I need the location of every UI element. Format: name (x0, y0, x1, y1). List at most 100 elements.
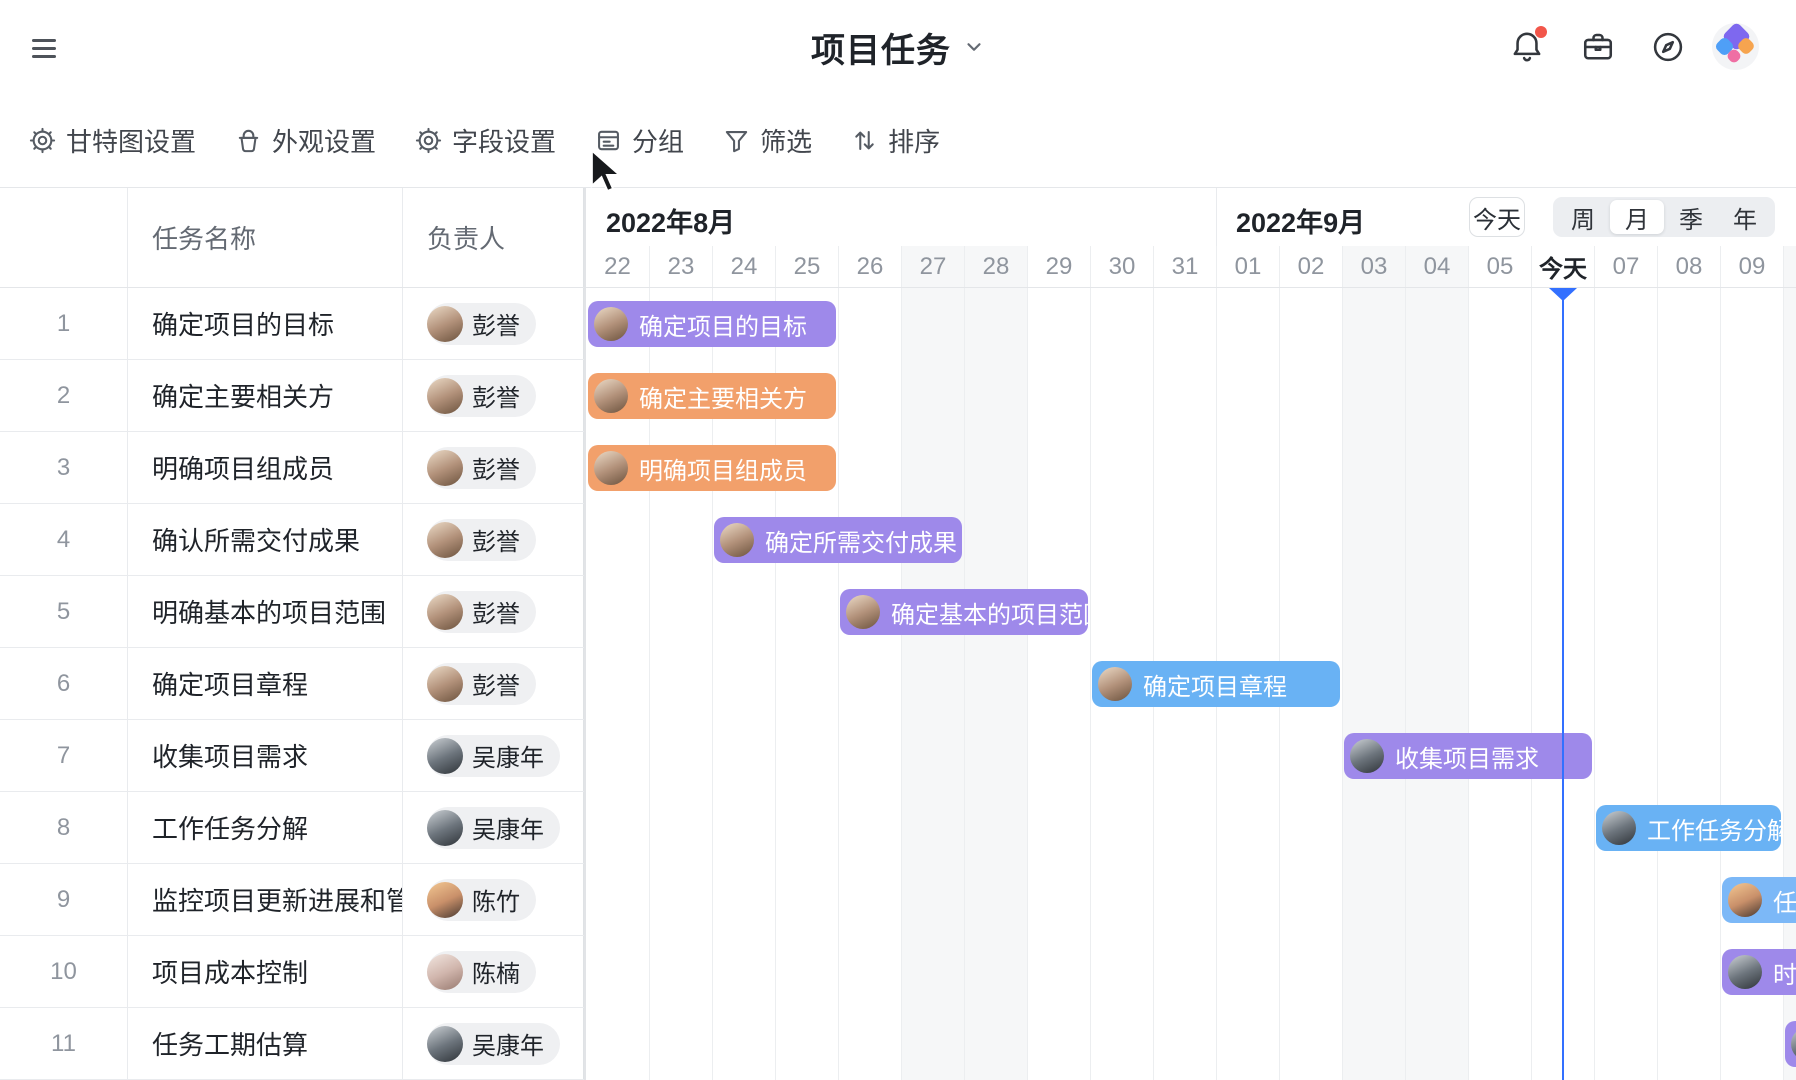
task-name-cell[interactable]: 确定项目的目标 (128, 288, 403, 359)
owner-name: 吴康年 (472, 1026, 544, 1061)
table-row: 1确定项目的目标彭誉 (0, 288, 584, 360)
owner-name: 彭誉 (472, 666, 520, 701)
owner-cell: 吴康年 (403, 792, 584, 863)
bar-avatar-吴康年 (1602, 811, 1636, 845)
owner-pill[interactable]: 吴康年 (427, 735, 560, 777)
day-cell: 07 (1594, 246, 1657, 287)
gantt-bar-row-4[interactable]: 确定所需交付成果 (714, 517, 962, 563)
app-root: 项目任务 甘特图设置外观设置字段设置分组筛选排序 任务名称 (0, 0, 1796, 1080)
owner-pill[interactable]: 彭誉 (427, 303, 536, 345)
toolbar-label: 排序 (888, 122, 940, 159)
day-cell: 02 (1279, 246, 1342, 287)
day-cell: 23 (649, 246, 712, 287)
day-cell: 25 (775, 246, 838, 287)
gantt-bar-row-9[interactable]: 任务 (1722, 877, 1796, 923)
gantt-bar-row-10[interactable]: 时间 (1722, 949, 1796, 995)
gantt-month-header: 今天 周月季年 2022年8月2022年9月 (586, 188, 1796, 246)
day-cell: 04 (1405, 246, 1468, 287)
bar-avatar-陈竹 (1728, 883, 1762, 917)
day-gridline (964, 288, 965, 1080)
day-gridline (1657, 288, 1658, 1080)
toolbar-label: 外观设置 (272, 122, 376, 159)
avatar-彭誉 (427, 522, 463, 558)
view-granularity-toggle: 周月季年 (1553, 197, 1775, 237)
toolbar-label: 甘特图设置 (66, 122, 196, 159)
gantt-bar-row-7[interactable]: 收集项目需求 (1344, 733, 1592, 779)
table-body: 1确定项目的目标彭誉2确定主要相关方彭誉3明确项目组成员彭誉4确认所需交付成果彭… (0, 288, 584, 1080)
day-cell: 03 (1342, 246, 1405, 287)
bar-avatar-吴康年 (1791, 1027, 1796, 1061)
owner-pill[interactable]: 彭誉 (427, 447, 536, 489)
workspace-briefcase-icon[interactable] (1580, 29, 1616, 65)
gantt-bar-row-1[interactable]: 确定项目的目标 (588, 301, 836, 347)
task-name-cell[interactable]: 任务工期估算 (128, 1008, 403, 1079)
row-number: 6 (0, 648, 128, 719)
task-name-cell[interactable]: 监控项目更新进展和管理 (128, 864, 403, 935)
owner-pill[interactable]: 彭誉 (427, 519, 536, 561)
today-button[interactable]: 今天 (1469, 197, 1525, 237)
avatar-陈竹 (427, 882, 463, 918)
day-gridline (1531, 288, 1532, 1080)
view-segment-季[interactable]: 季 (1664, 200, 1718, 234)
paint-icon (234, 126, 263, 155)
app-logo[interactable] (1712, 23, 1759, 70)
gantt-bar-row-2[interactable]: 确定主要相关方 (588, 373, 836, 419)
explore-compass-icon[interactable] (1650, 29, 1686, 65)
toolbar-item-gantt-settings[interactable]: 甘特图设置 (28, 122, 196, 159)
day-cell: 24 (712, 246, 775, 287)
gantt-bar-row-5[interactable]: 确定基本的项目范围 (840, 589, 1088, 635)
toolbar-item-field-settings[interactable]: 字段设置 (414, 122, 556, 159)
gantt-bar-row-3[interactable]: 明确项目组成员 (588, 445, 836, 491)
day-gridline (1342, 288, 1343, 1080)
task-table: 任务名称 负责人 1确定项目的目标彭誉2确定主要相关方彭誉3明确项目组成员彭誉4… (0, 188, 584, 1080)
owner-name: 吴康年 (472, 810, 544, 845)
bar-label: 确定基本的项目范围 (891, 595, 1088, 630)
day-gridline (1405, 288, 1406, 1080)
task-name-cell[interactable]: 收集项目需求 (128, 720, 403, 791)
gantt-bar-row-8[interactable]: 工作任务分解 (1596, 805, 1781, 851)
view-segment-年[interactable]: 年 (1718, 200, 1772, 234)
task-name-cell[interactable]: 确认所需交付成果 (128, 504, 403, 575)
task-name-cell[interactable]: 明确项目组成员 (128, 432, 403, 503)
owner-cell: 吴康年 (403, 1008, 584, 1079)
owner-pill[interactable]: 彭誉 (427, 375, 536, 417)
task-name-cell[interactable]: 项目成本控制 (128, 936, 403, 1007)
row-number: 4 (0, 504, 128, 575)
toolbar-label: 筛选 (760, 122, 812, 159)
weekend-stripe (964, 288, 1027, 1080)
row-number: 8 (0, 792, 128, 863)
gantt-bar-row-11[interactable] (1785, 1021, 1796, 1067)
owner-pill[interactable]: 彭誉 (427, 663, 536, 705)
chevron-down-icon[interactable] (963, 36, 985, 58)
day-cell: 22 (586, 246, 649, 287)
day-cell: 26 (838, 246, 901, 287)
gantt-bar-row-6[interactable]: 确定项目章程 (1092, 661, 1340, 707)
view-segment-周[interactable]: 周 (1556, 200, 1610, 234)
task-name-cell[interactable]: 确定主要相关方 (128, 360, 403, 431)
bar-avatar-吴康年 (1350, 739, 1384, 773)
toolbar-item-appearance-settings[interactable]: 外观设置 (234, 122, 376, 159)
task-name-cell[interactable]: 工作任务分解 (128, 792, 403, 863)
toolbar-item-group[interactable]: 分组 (594, 122, 684, 159)
owner-name: 彭誉 (472, 378, 520, 413)
day-gridline (1027, 288, 1028, 1080)
owner-pill[interactable]: 陈竹 (427, 879, 536, 921)
bar-label: 明确项目组成员 (639, 451, 807, 486)
owner-pill[interactable]: 吴康年 (427, 807, 560, 849)
bar-label: 收集项目需求 (1395, 739, 1539, 774)
owner-pill[interactable]: 吴康年 (427, 1023, 560, 1065)
owner-pill[interactable]: 彭誉 (427, 591, 536, 633)
notification-bell-icon[interactable] (1509, 29, 1545, 65)
owner-pill[interactable]: 陈楠 (427, 951, 536, 993)
page-title: 项目任务 (811, 23, 951, 72)
toolbar-item-filter[interactable]: 筛选 (722, 122, 812, 159)
avatar-彭誉 (427, 306, 463, 342)
owner-name: 彭誉 (472, 522, 520, 557)
owner-cell: 陈楠 (403, 936, 584, 1007)
task-name-cell[interactable]: 明确基本的项目范围 (128, 576, 403, 647)
toolbar-item-sort[interactable]: 排序 (850, 122, 940, 159)
day-cell: 08 (1657, 246, 1720, 287)
view-segment-月[interactable]: 月 (1610, 200, 1664, 234)
task-name-cell[interactable]: 确定项目章程 (128, 648, 403, 719)
toolbar-label: 分组 (632, 122, 684, 159)
